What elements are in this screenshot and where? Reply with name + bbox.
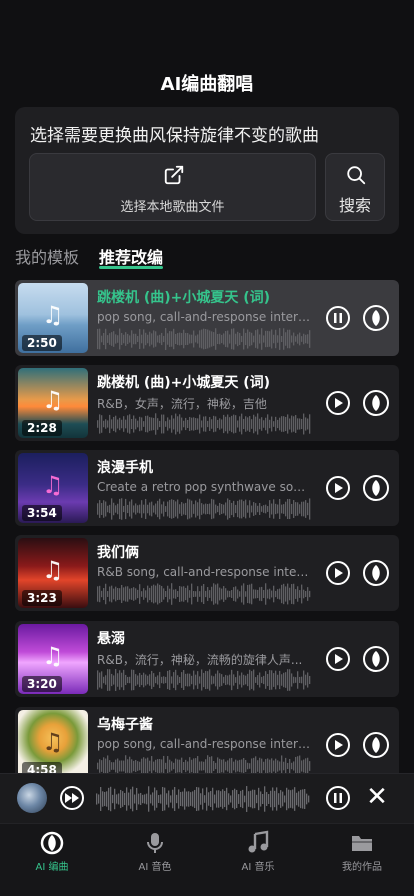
remix-icon	[372, 565, 380, 581]
song-title: 跳楼机 (曲)+小城夏天 (词)	[97, 375, 271, 391]
close-icon: ✕	[366, 782, 388, 812]
bottom-nav: AI 编曲 AI 音色 AI 音乐 我的作品	[0, 823, 414, 896]
pause-icon	[334, 793, 342, 803]
mini-player-pause-button[interactable]	[326, 786, 350, 810]
song-cover: ♫ 4:58	[18, 710, 88, 780]
music-note-icon: ♫	[42, 471, 64, 499]
song-duration: 3:54	[22, 505, 62, 521]
play-icon	[335, 398, 343, 408]
remix-icon	[372, 310, 380, 326]
song-item[interactable]: ♫ 3:23 我们俩 R&B song, call-and-response i…	[15, 535, 399, 611]
search-icon	[347, 166, 366, 185]
song-duration: 2:28	[22, 420, 62, 436]
nav-label: AI 音乐	[241, 862, 275, 873]
song-cover: ♫ 3:20	[18, 624, 88, 694]
folder-icon	[352, 836, 372, 851]
remix-icon	[372, 651, 380, 667]
song-cover: ♫ 3:54	[18, 453, 88, 523]
song-item[interactable]: ♫ 3:54 浪漫手机 Create a retro pop synthwave…	[15, 450, 399, 526]
nav-item-ai-music[interactable]: AI 音乐	[223, 830, 293, 873]
play-icon	[335, 654, 343, 664]
play-button[interactable]	[326, 476, 350, 500]
mini-player-waveform[interactable]	[96, 786, 310, 812]
tab-active-indicator	[99, 266, 163, 269]
remix-button[interactable]	[363, 560, 389, 586]
tab-recommended[interactable]: 推荐改编	[99, 244, 163, 268]
page-title: AI编曲翻唱	[160, 74, 254, 95]
remix-icon	[372, 395, 380, 411]
external-link-icon	[164, 165, 184, 185]
upload-prompt: 选择需要更换曲风保持旋律不变的歌曲	[30, 126, 319, 146]
song-description: R&B，女声，流行，神秘，吉他	[97, 397, 267, 411]
song-item[interactable]: ♫ 4:58 乌梅子酱 pop song, call-and-response …	[15, 707, 399, 783]
remix-icon	[372, 737, 380, 753]
remix-button[interactable]	[363, 646, 389, 672]
song-title: 乌梅子酱	[97, 717, 153, 733]
song-description: pop song, call-and-response interl...	[97, 737, 311, 751]
upload-card: 选择需要更换曲风保持旋律不变的歌曲 选择本地歌曲文件 搜索	[15, 107, 399, 234]
tab-my-templates[interactable]: 我的模板	[15, 244, 79, 268]
song-title: 悬溺	[97, 631, 125, 647]
fast-forward-button[interactable]	[60, 786, 84, 810]
search-label: 搜索	[338, 196, 371, 215]
nav-label: AI 编曲	[35, 862, 69, 873]
play-button[interactable]	[326, 561, 350, 585]
search-button[interactable]: 搜索	[325, 153, 385, 221]
remix-button[interactable]	[363, 305, 389, 331]
select-local-file-label: 选择本地歌曲文件	[120, 200, 225, 215]
close-button[interactable]: ✕	[364, 783, 390, 811]
song-waveform	[97, 328, 311, 350]
remix-icon	[40, 831, 64, 855]
song-title: 跳楼机 (曲)+小城夏天 (词)	[97, 290, 271, 306]
song-duration: 3:23	[22, 590, 62, 606]
song-waveform	[97, 498, 311, 520]
play-icon	[335, 740, 343, 750]
fast-forward-icon	[65, 793, 79, 803]
song-item[interactable]: ♫ 2:50 跳楼机 (曲)+小城夏天 (词) pop song, call-a…	[15, 280, 399, 356]
nav-item-ai-voice[interactable]: AI 音色	[120, 830, 190, 873]
mini-player: ✕	[0, 773, 414, 823]
play-button[interactable]	[326, 391, 350, 415]
music-note-icon: ♫	[42, 556, 64, 584]
play-button[interactable]	[326, 647, 350, 671]
song-description: pop song, call-and-response interl...	[97, 310, 311, 324]
music-note-icon: ♫	[42, 728, 64, 756]
play-icon	[335, 483, 343, 493]
song-cover: ♫ 2:28	[18, 368, 88, 438]
play-icon	[335, 568, 343, 578]
song-item[interactable]: ♫ 2:28 跳楼机 (曲)+小城夏天 (词) R&B，女声，流行，神秘，吉他	[15, 365, 399, 441]
microphone-icon	[147, 833, 163, 853]
remix-button[interactable]	[363, 475, 389, 501]
song-description: R&B song, call-and-response inter...	[97, 565, 311, 579]
song-waveform	[97, 669, 311, 691]
song-description: Create a retro pop synthwave song...	[97, 480, 311, 494]
nav-label: AI 音色	[138, 862, 172, 873]
play-button[interactable]	[326, 733, 350, 757]
song-duration: 3:20	[22, 676, 62, 692]
now-playing-disc[interactable]	[17, 783, 47, 813]
remix-button[interactable]	[363, 390, 389, 416]
song-description: R&B，流行，神秘，流畅的旋律人声...	[97, 653, 303, 667]
song-cover: ♫ 2:50	[18, 283, 88, 353]
song-waveform	[97, 413, 311, 435]
nav-label: 我的作品	[342, 862, 382, 873]
remix-button[interactable]	[363, 732, 389, 758]
song-title: 我们俩	[97, 545, 139, 561]
music-note-icon: ♫	[42, 301, 64, 329]
remix-icon	[372, 480, 380, 496]
nav-item-ai-remix[interactable]: AI 编曲	[17, 830, 87, 873]
song-waveform	[97, 583, 311, 605]
music-note-icon: ♫	[42, 642, 64, 670]
nav-item-my-works[interactable]: 我的作品	[327, 830, 397, 873]
pause-button[interactable]	[326, 306, 350, 330]
song-title: 浪漫手机	[97, 460, 153, 476]
select-local-file-button[interactable]: 选择本地歌曲文件	[29, 153, 316, 221]
song-duration: 2:50	[22, 335, 62, 351]
music-note-icon: ♫	[42, 386, 64, 414]
music-note-icon	[248, 830, 269, 853]
pause-icon	[334, 313, 342, 323]
song-item[interactable]: ♫ 3:20 悬溺 R&B，流行，神秘，流畅的旋律人声...	[15, 621, 399, 697]
song-cover: ♫ 3:23	[18, 538, 88, 608]
